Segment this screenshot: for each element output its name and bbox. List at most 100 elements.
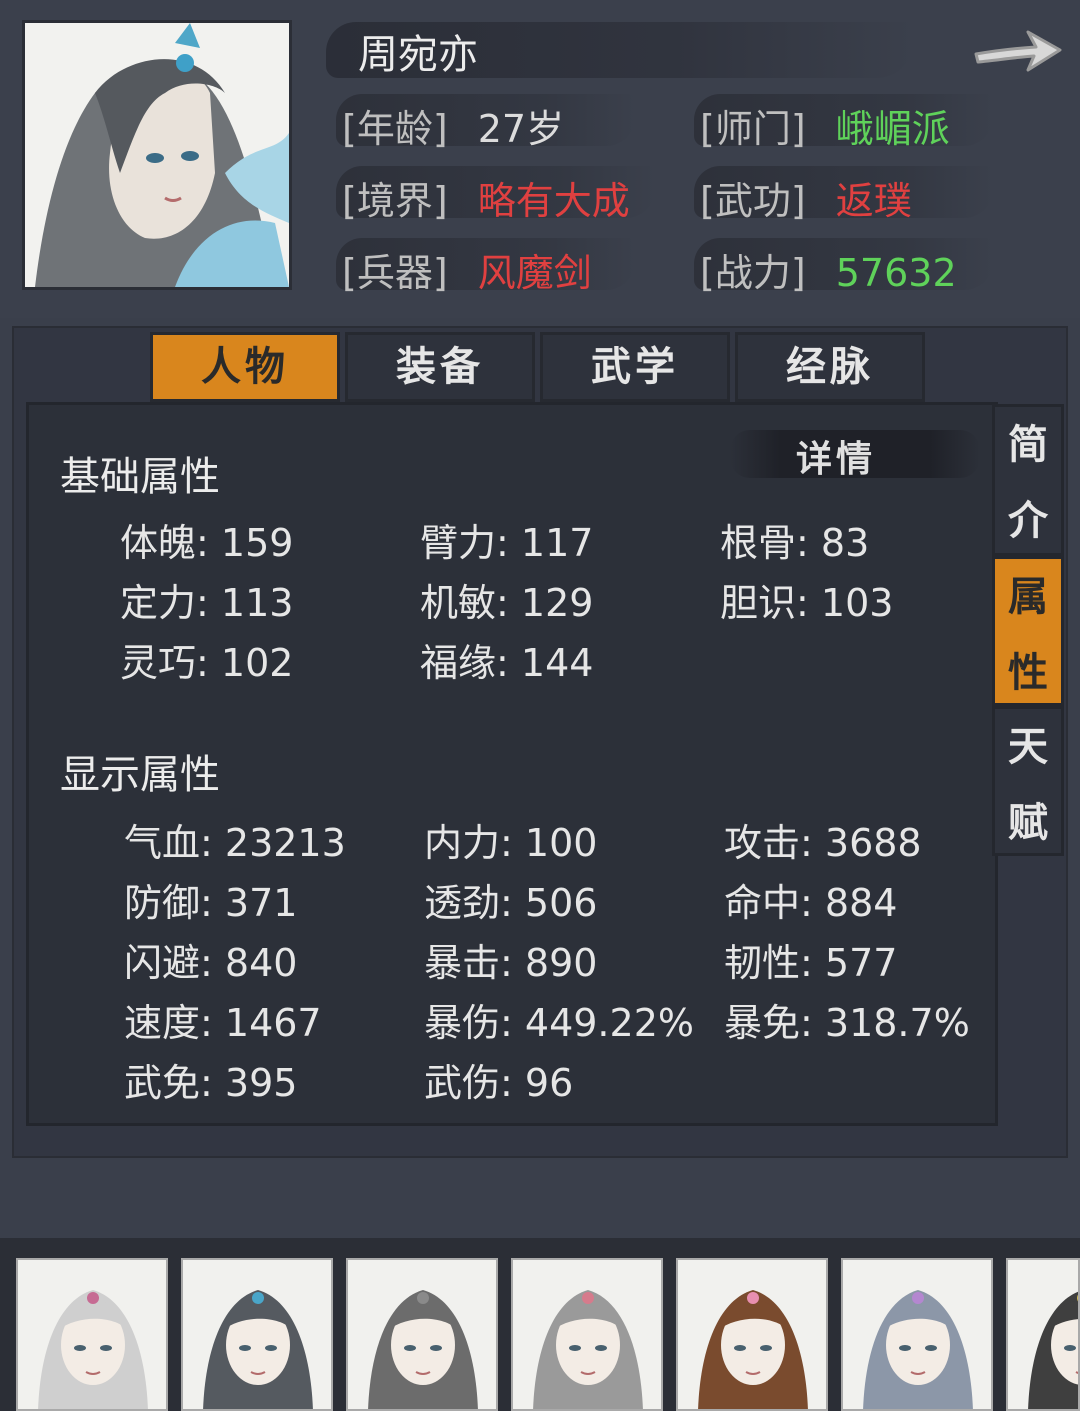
stat-value: 23213 <box>224 821 346 865</box>
stat-item: 韧性: 577 <box>724 941 898 985</box>
stat-name: 闪避 <box>124 941 201 985</box>
info-martial-art: [武功] 返璞 <box>700 170 912 225</box>
stat-name: 胆识 <box>720 581 797 625</box>
stat-name: 福缘 <box>420 641 497 685</box>
stat-value: 102 <box>220 641 294 685</box>
base-attributes-title: 基础属性 <box>60 454 220 500</box>
stat-value: 103 <box>820 581 894 625</box>
side-tab-attributes[interactable]: 属 性 <box>992 556 1064 706</box>
roster-portrait-illustration <box>678 1260 826 1409</box>
roster-portrait[interactable] <box>346 1258 498 1411</box>
stat-name: 气血 <box>124 821 201 865</box>
tab-martial-arts[interactable]: 武学 <box>540 332 730 402</box>
stat-name: 命中 <box>724 881 801 925</box>
stat-name: 速度 <box>124 1001 201 1045</box>
stat-name: 暴伤 <box>424 1001 501 1045</box>
stat-name: 机敏 <box>420 581 497 625</box>
tab-character[interactable]: 人物 <box>150 332 340 402</box>
info-value: 返璞 <box>835 179 912 223</box>
stat-name: 灵巧 <box>120 641 197 685</box>
stat-name: 内力 <box>424 821 501 865</box>
stat-value: 117 <box>520 521 594 565</box>
info-power: [战力] 57632 <box>700 242 957 297</box>
stat-item: 定力: 113 <box>120 581 294 625</box>
stat-value: 159 <box>220 521 294 565</box>
stat-item: 命中: 884 <box>724 881 898 925</box>
roster-portrait-illustration <box>183 1260 331 1409</box>
stat-item: 防御: 371 <box>124 881 298 925</box>
stat-item: 机敏: 129 <box>420 581 594 625</box>
stat-name: 定力 <box>120 581 197 625</box>
info-value: 峨嵋派 <box>835 107 950 151</box>
stat-item: 武免: 395 <box>124 1061 298 1105</box>
info-label: [战力] <box>700 251 806 295</box>
stat-value: 144 <box>520 641 594 685</box>
stat-value: 113 <box>220 581 294 625</box>
stat-item: 闪避: 840 <box>124 941 298 985</box>
side-tab-char: 赋 <box>1008 799 1048 846</box>
display-attributes-title: 显示属性 <box>60 752 220 798</box>
stat-item: 内力: 100 <box>424 821 598 865</box>
stat-value: 3688 <box>824 821 922 865</box>
stat-value: 840 <box>224 941 298 985</box>
roster-portrait[interactable] <box>841 1258 993 1411</box>
stat-item: 透劲: 506 <box>424 881 598 925</box>
side-tab-talent[interactable]: 天 赋 <box>992 706 1064 856</box>
side-tab-char: 简 <box>1008 421 1048 468</box>
roster-portrait-illustration <box>513 1260 661 1409</box>
info-label: [年龄] <box>342 107 448 151</box>
stat-name: 暴击 <box>424 941 501 985</box>
stat-item: 攻击: 3688 <box>724 821 922 865</box>
stat-value: 83 <box>820 521 870 565</box>
roster-portrait[interactable] <box>511 1258 663 1411</box>
stat-item: 福缘: 144 <box>420 641 594 685</box>
next-character-arrow-icon[interactable] <box>970 14 1066 82</box>
stat-name: 臂力 <box>420 521 497 565</box>
character-portrait[interactable] <box>22 20 292 290</box>
stat-name: 武伤 <box>424 1061 501 1105</box>
info-label: [武功] <box>700 179 806 223</box>
stat-value: 577 <box>824 941 898 985</box>
side-tab-char: 天 <box>1008 723 1048 770</box>
stat-value: 96 <box>524 1061 574 1105</box>
info-sect: [师门] 峨嵋派 <box>700 98 950 153</box>
stat-name: 暴免 <box>724 1001 801 1045</box>
side-tab-char: 属 <box>1008 573 1048 620</box>
stat-value: 449.22% <box>524 1001 694 1045</box>
stat-item: 暴免: 318.7% <box>724 1001 970 1045</box>
stat-value: 884 <box>824 881 898 925</box>
stat-value: 371 <box>224 881 298 925</box>
stat-name: 根骨 <box>720 521 797 565</box>
stat-name: 透劲 <box>424 881 501 925</box>
info-value: 57632 <box>835 251 957 295</box>
info-value: 略有大成 <box>477 179 630 223</box>
info-age: [年龄] 27岁 <box>342 98 564 153</box>
detail-button[interactable]: 详情 <box>796 430 876 482</box>
side-tab-intro[interactable]: 简 介 <box>992 404 1064 556</box>
side-tab-char: 性 <box>1008 649 1048 696</box>
roster-portrait-illustration <box>18 1260 166 1409</box>
stat-item: 速度: 1467 <box>124 1001 322 1045</box>
stat-name: 防御 <box>124 881 201 925</box>
roster-portrait[interactable] <box>676 1258 828 1411</box>
character-name: 周宛亦 <box>358 32 478 78</box>
roster-portrait-illustration <box>348 1260 496 1409</box>
stat-item: 臂力: 117 <box>420 521 594 565</box>
tab-meridians[interactable]: 经脉 <box>735 332 925 402</box>
stat-name: 攻击 <box>724 821 801 865</box>
stat-value: 506 <box>524 881 598 925</box>
portrait-illustration <box>25 23 289 287</box>
info-label: [师门] <box>700 107 806 151</box>
stat-item: 武伤: 96 <box>424 1061 574 1105</box>
roster-portrait-illustration <box>843 1260 991 1409</box>
stat-value: 1467 <box>224 1001 322 1045</box>
info-weapon: [兵器] 风魔剑 <box>342 242 592 297</box>
roster-portrait[interactable] <box>181 1258 333 1411</box>
info-value: 风魔剑 <box>477 251 592 295</box>
tab-equipment[interactable]: 装备 <box>345 332 535 402</box>
stat-item: 暴伤: 449.22% <box>424 1001 694 1045</box>
stat-name: 武免 <box>124 1061 201 1105</box>
roster-portrait[interactable] <box>16 1258 168 1411</box>
stat-item: 灵巧: 102 <box>120 641 294 685</box>
roster-portrait[interactable] <box>1006 1258 1080 1411</box>
